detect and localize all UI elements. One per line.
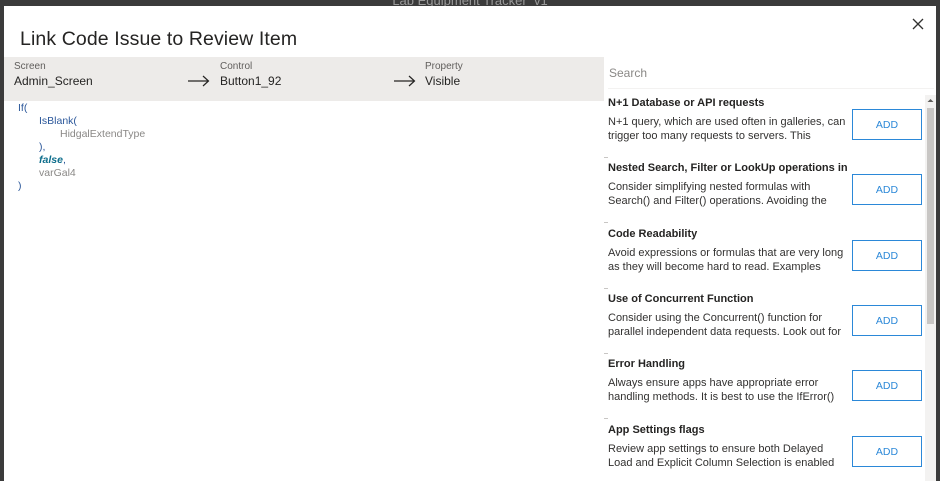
dialog-title: Link Code Issue to Review Item bbox=[20, 28, 298, 50]
code-close-paren: ), bbox=[39, 141, 46, 153]
add-button[interactable]: ADD bbox=[852, 109, 922, 140]
breadcrumb-control: Control Button1_92 bbox=[220, 61, 281, 89]
scroll-up-icon[interactable] bbox=[925, 95, 936, 106]
code-comma: , bbox=[62, 154, 66, 166]
code-view: If( IsBlank( HidgalExtendType ), false, … bbox=[18, 102, 145, 193]
property-value: Visible bbox=[425, 74, 461, 88]
item-description: Consider simplifying nested formulas wit… bbox=[608, 181, 827, 207]
item-description: Consider using the Concurrent() function… bbox=[608, 312, 841, 338]
item-title: N+1 Database or API requests bbox=[608, 97, 765, 109]
divider bbox=[604, 222, 608, 223]
scrollbar[interactable] bbox=[925, 95, 936, 481]
review-items-panel: N+1 Database or API requests N+1 query, … bbox=[604, 57, 936, 481]
code-isblank: IsBlank( bbox=[39, 115, 77, 127]
list-item: Error Handling Always ensure apps have a… bbox=[604, 354, 924, 419]
search-input[interactable] bbox=[608, 57, 934, 89]
code-variable: varGal4 bbox=[39, 167, 76, 179]
property-label: Property bbox=[425, 61, 463, 72]
code-if: If( bbox=[18, 102, 28, 114]
close-icon[interactable] bbox=[910, 16, 926, 32]
link-code-issue-dialog: Link Code Issue to Review Item Screen Ad… bbox=[4, 6, 936, 481]
add-button[interactable]: ADD bbox=[852, 174, 922, 205]
add-button[interactable]: ADD bbox=[852, 436, 922, 467]
add-button[interactable]: ADD bbox=[852, 370, 922, 401]
list-item: Use of Concurrent Function Consider usin… bbox=[604, 289, 924, 354]
list-item: Code Readability Avoid expressions or fo… bbox=[604, 224, 924, 289]
code-end-paren: ) bbox=[18, 180, 22, 192]
code-argument: HidgalExtendType bbox=[60, 128, 146, 140]
breadcrumb: Screen Admin_Screen Control Button1_92 P… bbox=[4, 57, 604, 101]
item-description: Always ensure apps have appropriate erro… bbox=[608, 377, 835, 403]
code-false: false bbox=[39, 154, 63, 166]
item-title: Nested Search, Filter or LookUp operatio… bbox=[608, 162, 848, 174]
control-value: Button1_92 bbox=[220, 74, 282, 88]
breadcrumb-screen: Screen Admin_Screen bbox=[14, 61, 93, 89]
item-title: Code Readability bbox=[608, 228, 698, 240]
item-title: Use of Concurrent Function bbox=[608, 293, 754, 305]
divider bbox=[604, 418, 608, 419]
item-description: N+1 query, which are used often in galle… bbox=[608, 116, 846, 142]
list-item: App Settings flags Review app settings t… bbox=[604, 420, 924, 481]
add-button[interactable]: ADD bbox=[852, 305, 922, 336]
control-label: Control bbox=[220, 61, 253, 72]
item-title: App Settings flags bbox=[608, 424, 705, 436]
arrow-right-icon bbox=[394, 75, 416, 87]
screen-label: Screen bbox=[14, 61, 46, 72]
list-item: N+1 Database or API requests N+1 query, … bbox=[604, 93, 924, 158]
item-description: Avoid expressions or formulas that are v… bbox=[608, 247, 844, 273]
item-title: Error Handling bbox=[608, 358, 686, 370]
breadcrumb-property: Property Visible bbox=[425, 61, 463, 89]
list-item: Nested Search, Filter or LookUp operatio… bbox=[604, 158, 924, 223]
review-items-list: N+1 Database or API requests N+1 query, … bbox=[604, 93, 924, 481]
add-button[interactable]: ADD bbox=[852, 240, 922, 271]
item-description: Review app settings to ensure both Delay… bbox=[608, 443, 835, 469]
scrollbar-thumb[interactable] bbox=[927, 108, 934, 324]
arrow-right-icon bbox=[188, 75, 210, 87]
screen-value: Admin_Screen bbox=[14, 74, 93, 88]
